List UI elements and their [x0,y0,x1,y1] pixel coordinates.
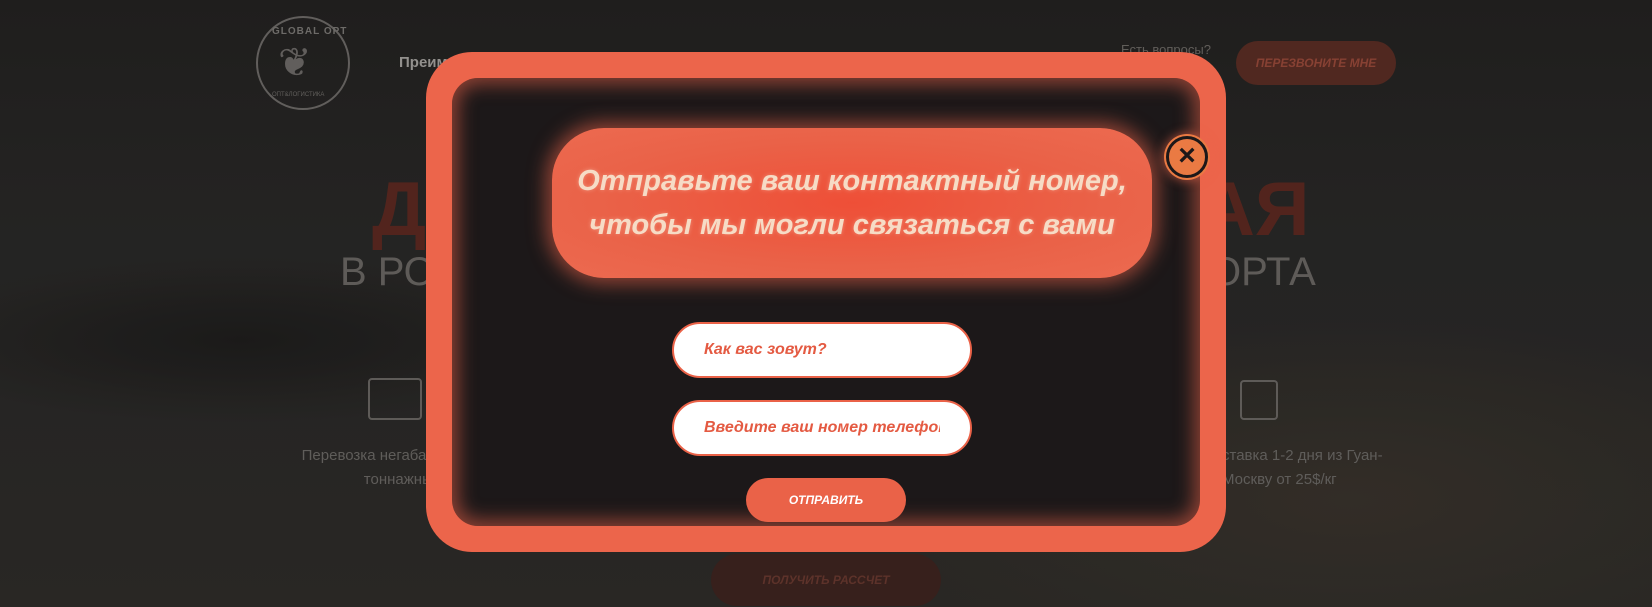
modal-title-line2: чтобы мы могли связаться с вами [589,209,1115,241]
close-icon: × [1178,139,1196,172]
modal-title-line1: Отправьте ваш контактный номер, [577,165,1127,197]
name-input[interactable] [672,322,972,378]
close-button[interactable]: × [1166,136,1208,178]
phone-input[interactable] [672,400,972,456]
modal-body: Отправьте ваш контактный номер, чтобы мы… [452,78,1208,526]
submit-button[interactable]: ОТПРАВИТЬ [746,478,906,522]
modal-header: Отправьте ваш контактный номер, чтобы мы… [552,128,1152,278]
contact-modal: Отправьте ваш контактный номер, чтобы мы… [426,52,1226,552]
